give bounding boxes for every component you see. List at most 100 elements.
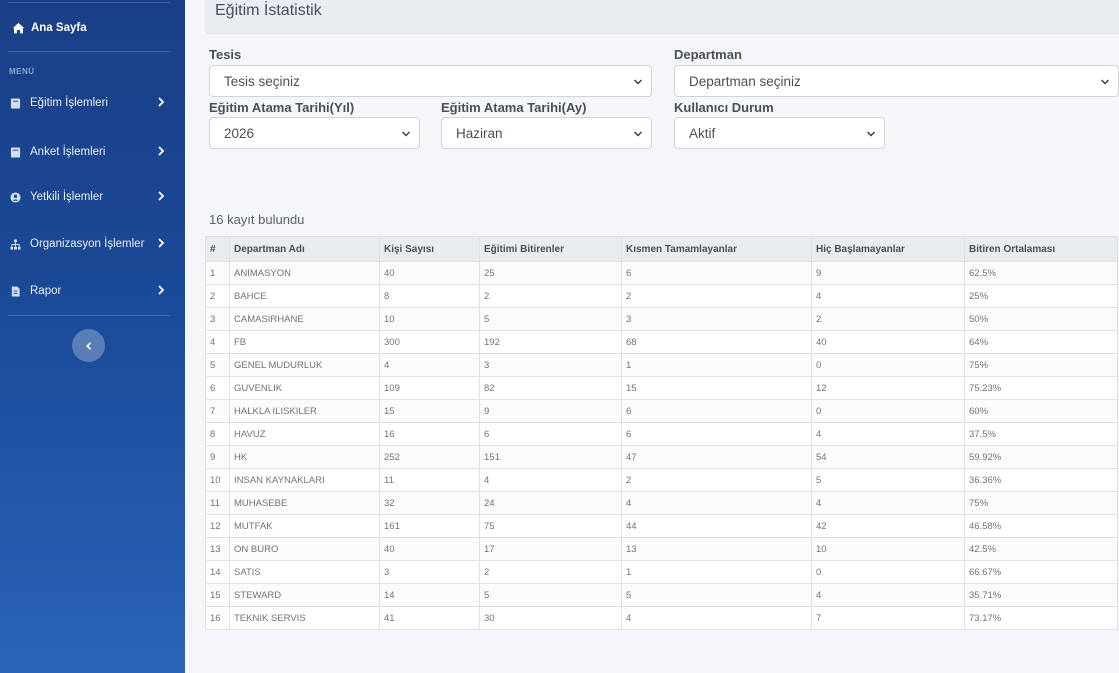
table-cell: GENEL MUDURLUK <box>229 353 380 377</box>
table-row: 8 HAVUZ 16 6 6 4 37.5% <box>205 422 1118 446</box>
table-cell: 2 <box>621 468 812 492</box>
table-cell: 24 <box>479 491 622 515</box>
table-cell: 35.71% <box>964 583 1118 607</box>
table-cell: SATIS <box>229 560 380 584</box>
table-cell: 32 <box>379 491 480 515</box>
table-cell: FB <box>229 330 380 354</box>
table-cell: INSAN KAYNAKLARI <box>229 468 380 492</box>
table-header-row: # Departman Adı Kişi Sayısı Eğitimi Biti… <box>205 236 1118 262</box>
column-header[interactable]: Hiç Başlamayanlar <box>811 236 965 262</box>
table-cell: 3 <box>621 307 812 331</box>
file-icon <box>11 285 20 297</box>
table-row: 13 ON BURO 40 17 13 10 42.5% <box>205 537 1118 561</box>
chevron-down-icon <box>1101 79 1109 85</box>
table-cell: 75% <box>964 353 1118 377</box>
departman-select[interactable]: Departman seçiniz <box>674 65 1119 97</box>
table-cell: 4 <box>811 491 965 515</box>
table-cell: 40 <box>379 261 480 285</box>
ay-select-value: Haziran <box>456 125 503 141</box>
table-cell: 42.5% <box>964 537 1118 561</box>
departman-select-value: Departman seçiniz <box>689 73 801 89</box>
table-cell: ANIMASYON <box>229 261 380 285</box>
column-header[interactable]: Departman Adı <box>229 236 380 262</box>
tesis-select[interactable]: Tesis seçiniz <box>209 65 652 97</box>
table-cell: 73.17% <box>964 606 1118 630</box>
table-cell: 1 <box>621 560 812 584</box>
page-title: Eğitim İstatistik <box>215 2 322 19</box>
sidebar: Ana Sayfa MENÜ Eğitim İşlemleri Anket İş… <box>0 0 185 673</box>
table-cell: 75.23% <box>964 376 1118 400</box>
table-cell: 6 <box>621 399 812 423</box>
sidebar-item-label: Anket İşlemleri <box>30 146 106 158</box>
table-cell: 41 <box>379 606 480 630</box>
table-cell: 5 <box>479 307 622 331</box>
table-cell: 75 <box>479 514 622 538</box>
sidebar-item-anket[interactable]: Anket İşlemleri <box>10 143 170 161</box>
table-cell: 0 <box>811 399 965 423</box>
table-cell: 300 <box>379 330 480 354</box>
table-cell: 9 <box>205 445 230 469</box>
ay-select[interactable]: Haziran <box>441 117 652 149</box>
table-cell: 1 <box>621 353 812 377</box>
table-cell: 161 <box>379 514 480 538</box>
table-cell: 42 <box>811 514 965 538</box>
table-cell: 25 <box>479 261 622 285</box>
table-cell: 109 <box>379 376 480 400</box>
table-cell: 15 <box>621 376 812 400</box>
table-cell: 2 <box>479 560 622 584</box>
column-header[interactable]: Kişi Sayısı <box>379 236 480 262</box>
table-cell: 11 <box>205 491 230 515</box>
column-header[interactable]: Kısmen Tamamlayanlar <box>621 236 812 262</box>
table-cell: 4 <box>811 284 965 308</box>
table-cell: 44 <box>621 514 812 538</box>
table-cell: 17 <box>479 537 622 561</box>
chevron-left-icon <box>85 341 91 350</box>
table-row: 7 HALKLA ILISKILER 15 9 6 0 60% <box>205 399 1118 423</box>
column-header[interactable]: Eğitimi Bitirenler <box>479 236 622 262</box>
sitemap-icon <box>10 238 21 250</box>
table-cell: 13 <box>621 537 812 561</box>
table-cell: 16 <box>379 422 480 446</box>
sidebar-item-home[interactable]: Ana Sayfa <box>12 19 87 37</box>
table-row: 12 MUTFAK 161 75 44 42 46.58% <box>205 514 1118 538</box>
sidebar-item-yetkili[interactable]: Yetkili İşlemler <box>10 188 170 206</box>
table-cell: STEWARD <box>229 583 380 607</box>
chevron-right-icon <box>158 191 165 201</box>
table-cell: 4 <box>205 330 230 354</box>
durum-select-value: Aktif <box>689 125 716 141</box>
sidebar-item-rapor[interactable]: Rapor <box>10 282 170 300</box>
column-header[interactable]: Bitiren Ortalaması <box>964 236 1118 262</box>
table-row: 6 GUVENLIK 109 82 15 12 75.23% <box>205 376 1118 400</box>
table-cell: 14 <box>379 583 480 607</box>
table-cell: 0 <box>811 353 965 377</box>
result-count: 16 kayıt bulundu <box>209 212 305 227</box>
table-cell: HAVUZ <box>229 422 380 446</box>
sidebar-item-organizasyon[interactable]: Organizasyon İşlemler <box>10 235 170 253</box>
chevron-down-icon <box>634 131 642 137</box>
sidebar-item-label: Organizasyon İşlemler <box>30 238 145 250</box>
table-cell: 5 <box>479 583 622 607</box>
table-cell: 4 <box>621 491 812 515</box>
table-cell: 2 <box>479 284 622 308</box>
table-cell: 192 <box>479 330 622 354</box>
table-cell: 6 <box>205 376 230 400</box>
table-cell: 4 <box>479 468 622 492</box>
sidebar-home-label: Ana Sayfa <box>31 22 87 34</box>
table-cell: 2 <box>811 307 965 331</box>
table-cell: 151 <box>479 445 622 469</box>
table-cell: 4 <box>379 353 480 377</box>
chevron-right-icon <box>158 238 165 248</box>
table-row: 16 TEKNIK SERVIS 41 30 4 7 73.17% <box>205 606 1118 630</box>
table-row: 14 SATIS 3 2 1 0 66.67% <box>205 560 1118 584</box>
table-cell: TEKNIK SERVIS <box>229 606 380 630</box>
column-header[interactable]: # <box>205 236 230 262</box>
table-row: 1 ANIMASYON 40 25 6 9 62.5% <box>205 261 1118 285</box>
sidebar-item-egitim[interactable]: Eğitim İşlemleri <box>10 94 170 112</box>
table-cell: 3 <box>479 353 622 377</box>
table-cell: 15 <box>205 583 230 607</box>
sidebar-collapse-button[interactable] <box>72 329 105 362</box>
table-cell: 66.67% <box>964 560 1118 584</box>
yil-select[interactable]: 2026 <box>209 117 420 149</box>
table-cell: 62.5% <box>964 261 1118 285</box>
durum-select[interactable]: Aktif <box>674 117 885 149</box>
